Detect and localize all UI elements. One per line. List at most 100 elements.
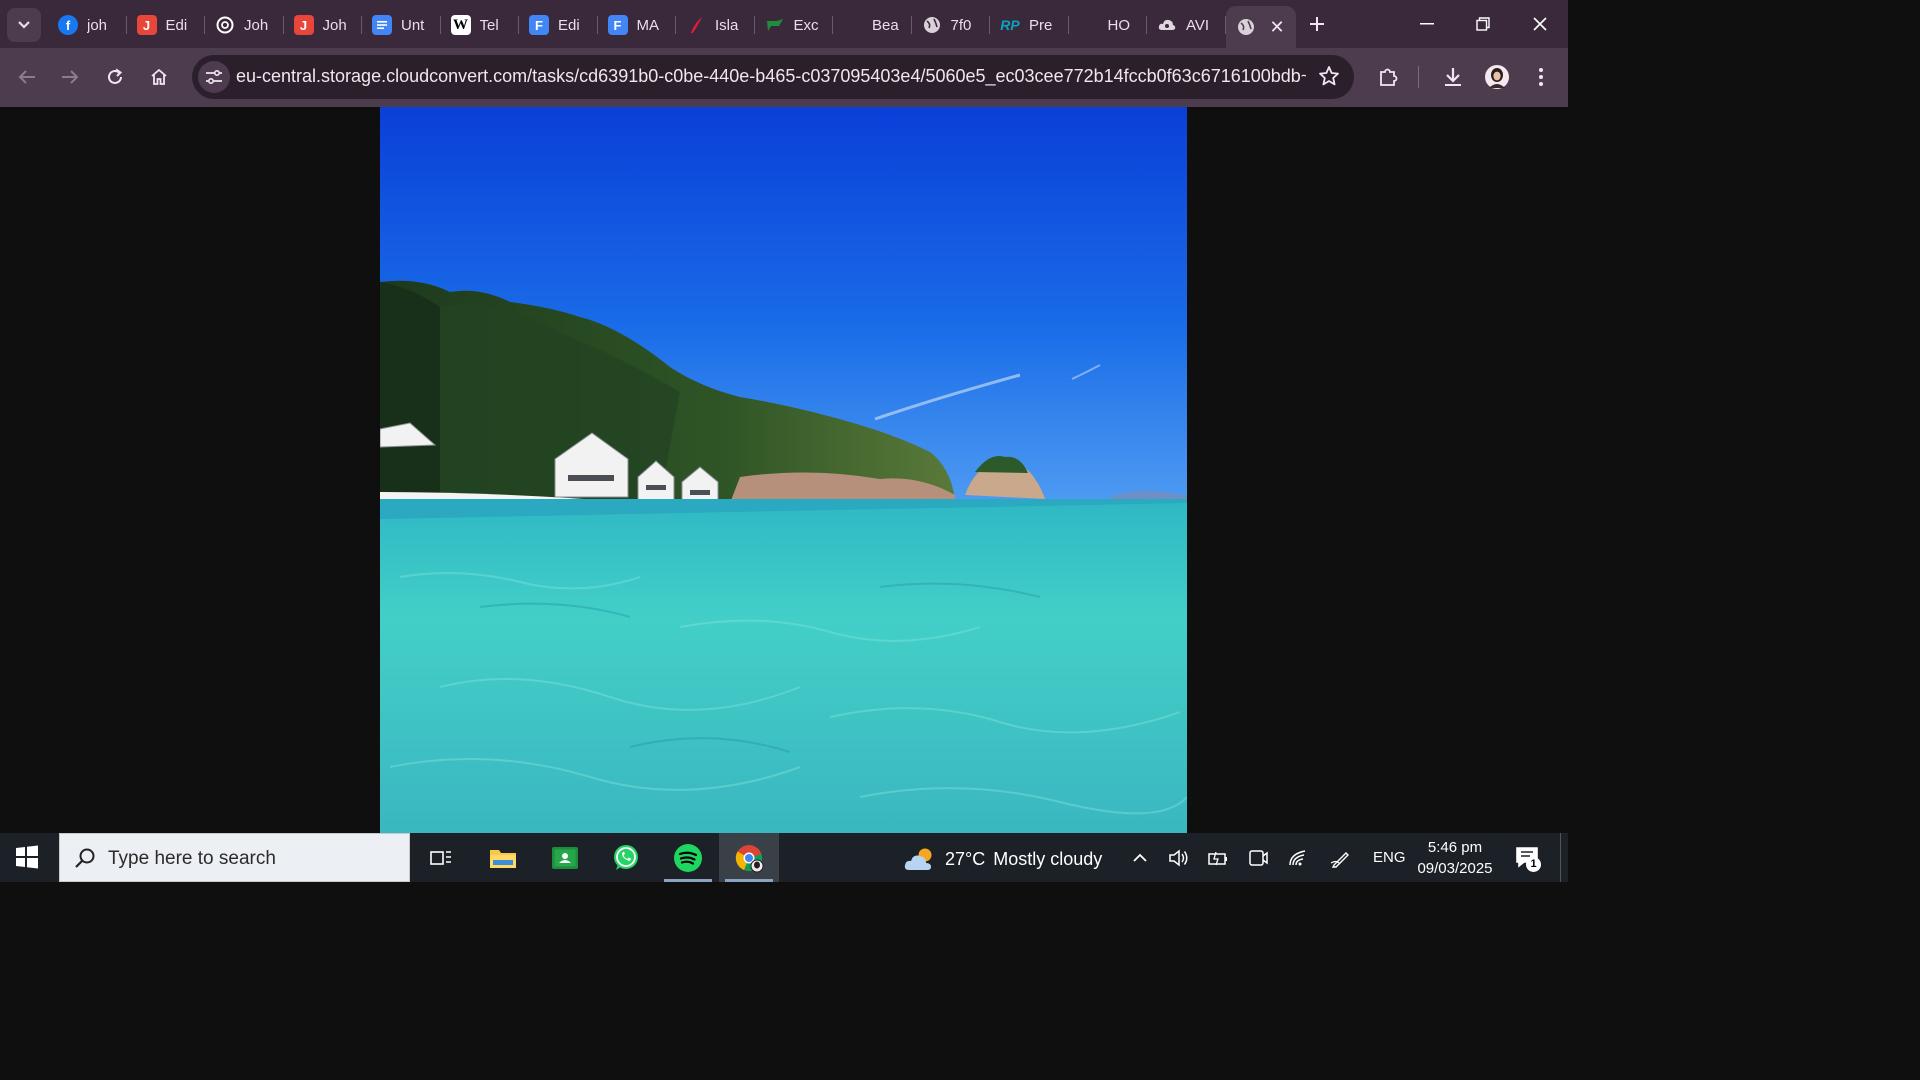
back-button[interactable]: [10, 60, 44, 94]
tab[interactable]: Isla: [676, 6, 755, 44]
blank-page-icon: [1079, 15, 1099, 35]
network-button[interactable]: [1285, 846, 1311, 870]
pen-icon: [1330, 852, 1349, 868]
more-vertical-icon: [1539, 68, 1543, 86]
reload-icon: [108, 68, 123, 84]
url-text[interactable]: eu-central.storage.cloudconvert.com/task…: [236, 66, 1306, 87]
classroom-icon: [552, 846, 578, 869]
site-info-button[interactable]: [198, 61, 230, 93]
address-bar[interactable]: eu-central.storage.cloudconvert.com/task…: [192, 55, 1354, 99]
tab[interactable]: Bea: [833, 6, 912, 44]
new-tab-button[interactable]: [1303, 10, 1331, 38]
show-desktop-button[interactable]: [1560, 833, 1564, 882]
taskbar-search-input[interactable]: Type here to search: [59, 833, 410, 882]
whatsapp-button[interactable]: [596, 833, 656, 882]
facebook-icon: f: [58, 15, 78, 35]
minimize-button[interactable]: [1399, 0, 1455, 48]
tab[interactable]: J Edi: [127, 6, 206, 44]
docs-icon: [372, 15, 392, 35]
chevron-up-icon: [1133, 853, 1147, 862]
weather-temperature: 27°C: [945, 848, 986, 869]
tab[interactable]: Joh: [205, 6, 284, 44]
tab-title: Tel: [479, 16, 499, 34]
plus-icon: [1310, 17, 1324, 31]
tab[interactable]: HO: [1069, 6, 1148, 44]
tab[interactable]: AVI: [1147, 6, 1226, 44]
spotify-button[interactable]: [658, 833, 718, 882]
jotform-icon: J: [293, 15, 314, 35]
tab[interactable]: Exc: [755, 6, 834, 44]
extensions-button[interactable]: [1371, 60, 1405, 94]
battery-button[interactable]: [1205, 846, 1231, 870]
tab[interactable]: J Joh: [284, 6, 363, 44]
profile-avatar[interactable]: [1480, 60, 1514, 94]
avatar-icon: [1485, 65, 1509, 89]
tab[interactable]: F MA: [598, 6, 677, 44]
excel-icon: [765, 15, 785, 35]
tab[interactable]: W Tel: [441, 6, 520, 44]
pen-workspace-button[interactable]: [1328, 846, 1354, 870]
tab-title: 7f0: [950, 16, 972, 34]
browser-toolbar: eu-central.storage.cloudconvert.com/task…: [0, 48, 1568, 107]
volume-button[interactable]: [1166, 846, 1192, 870]
show-hidden-icons-button[interactable]: [1127, 846, 1153, 870]
tab-active[interactable]: ✕: [1225, 6, 1296, 48]
chevron-down-icon: [18, 21, 30, 29]
tab[interactable]: f joh: [48, 6, 127, 44]
tab-title: Joh: [322, 16, 347, 34]
feather-icon: [686, 15, 706, 35]
globe-icon: [1236, 17, 1256, 37]
google-classroom-button[interactable]: [535, 833, 595, 882]
downloads-button[interactable]: [1436, 60, 1470, 94]
close-window-button[interactable]: [1512, 0, 1568, 48]
tab-title: Bea: [872, 16, 899, 34]
search-icon: [75, 848, 95, 868]
file-explorer-button[interactable]: [473, 833, 533, 882]
minimize-icon: [1420, 23, 1434, 25]
wifi-icon: [1289, 850, 1306, 866]
bookmark-star-icon[interactable]: [1318, 65, 1340, 92]
beach-photo-icon: [380, 107, 1187, 833]
tab-title: HO: [1107, 16, 1131, 34]
clock-time: 5:46 pm: [1427, 839, 1483, 856]
reload-button[interactable]: [98, 60, 132, 94]
home-button[interactable]: [142, 60, 176, 94]
restore-icon: [1476, 17, 1490, 31]
notification-count-badge: 1: [1526, 857, 1541, 872]
close-icon: [1533, 17, 1547, 31]
partly-cloudy-icon: [904, 848, 932, 870]
chrome-icon: [735, 844, 764, 872]
arrow-right-icon: [62, 70, 79, 84]
forms-icon: F: [607, 15, 628, 35]
puzzle-icon: [1380, 68, 1398, 86]
task-view-button[interactable]: [411, 833, 471, 882]
clock-date: 09/03/2025: [1417, 860, 1493, 877]
tab-title: joh: [87, 16, 108, 34]
menu-button[interactable]: [1524, 60, 1558, 94]
tab[interactable]: 7f0: [912, 6, 991, 44]
tab[interactable]: F Edi: [519, 6, 598, 44]
language-indicator[interactable]: ENG: [1373, 849, 1406, 866]
forward-button[interactable]: [53, 60, 87, 94]
cloud-icon: [1157, 15, 1177, 35]
meet-now-button[interactable]: [1245, 846, 1271, 870]
rp-icon: RP: [1000, 17, 1020, 33]
tab-search-button[interactable]: [7, 8, 41, 42]
tab-title: Joh: [244, 16, 269, 34]
blank-page-icon: [843, 15, 863, 35]
start-button[interactable]: [14, 844, 40, 875]
tab[interactable]: Unt: [362, 6, 441, 44]
tab[interactable]: RP Pre: [990, 6, 1069, 44]
notifications-button[interactable]: 1: [1515, 845, 1541, 874]
tab-strip: f joh J Edi Joh J Joh Unt W Tel F Edi F …: [0, 0, 1568, 48]
openai-icon: [215, 15, 235, 35]
windows-logo-icon: [16, 845, 38, 869]
tab-title: Edi: [558, 16, 580, 34]
weather-widget[interactable]: 27°C Mostly cloudy: [903, 845, 1102, 873]
restore-button[interactable]: [1455, 0, 1511, 48]
whatsapp-icon: [614, 844, 638, 870]
clock[interactable]: 5:46 pm 09/03/2025: [1414, 837, 1496, 879]
search-placeholder: Type here to search: [108, 848, 276, 869]
close-tab-icon[interactable]: ✕: [1270, 18, 1285, 36]
chrome-button[interactable]: [719, 833, 779, 882]
